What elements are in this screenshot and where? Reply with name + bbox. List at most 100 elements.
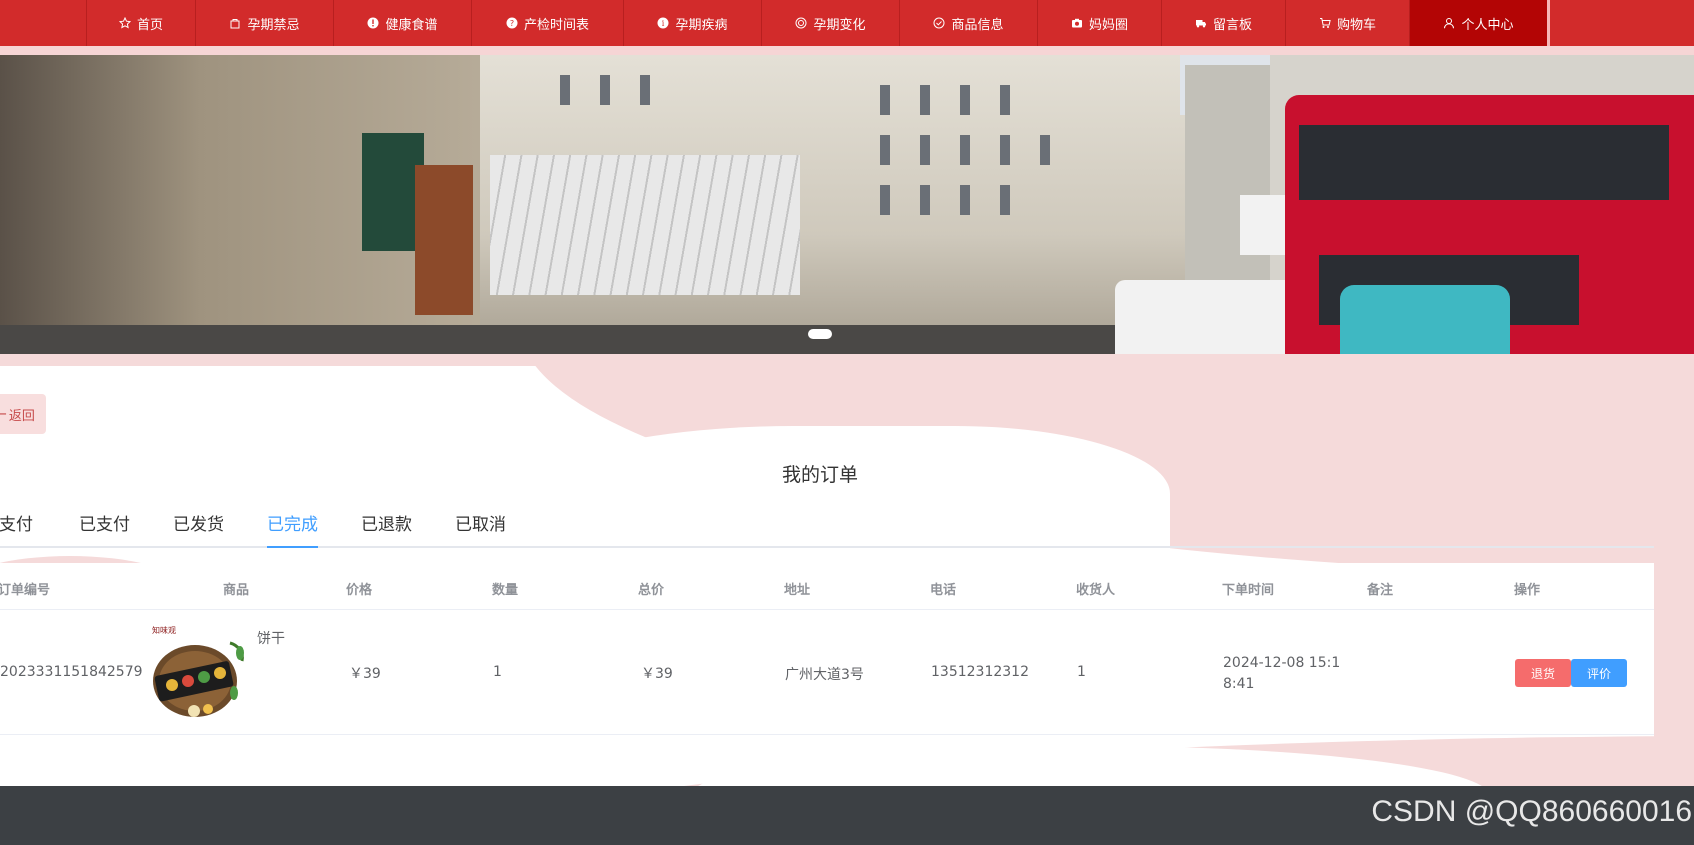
col-header-address: 地址 [784, 583, 811, 598]
cell-address: 广州大道3号 [785, 667, 864, 683]
window [920, 85, 930, 115]
tab-refunded[interactable]: 已退款 [361, 510, 412, 548]
white-van [1115, 280, 1300, 354]
window [880, 135, 890, 165]
nav-item-product-info[interactable]: 商品信息 [900, 0, 1038, 46]
cell-order-no: 2023331151842579 [0, 664, 143, 680]
col-header-receiver: 收货人 [1076, 583, 1116, 598]
nav-item-pregnancy-diseases[interactable]: i 孕期疾病 [624, 0, 762, 46]
col-header-phone: 电话 [930, 583, 957, 598]
window [960, 85, 970, 115]
nav-label: 留言板 [1212, 17, 1252, 33]
scaffolding [490, 155, 800, 295]
svg-text:?: ? [510, 19, 514, 28]
carousel-indicator[interactable] [808, 329, 832, 339]
nav-label: 健康食谱 [385, 17, 438, 33]
star-icon [118, 17, 131, 29]
window [920, 185, 930, 215]
back-button[interactable]: ← 返回 [0, 394, 46, 434]
tab-paid[interactable]: 已支付 [79, 510, 130, 548]
cell-phone: 13512312312 [931, 664, 1029, 680]
cell-order-time: 2024-12-08 15:18:41 [1223, 655, 1341, 692]
nav-label: 首页 [136, 17, 163, 33]
nav-label: 妈妈圈 [1088, 17, 1128, 33]
teal-taxi [1340, 285, 1510, 354]
bus-window [1299, 125, 1669, 200]
nav-divider-strip [0, 46, 1694, 55]
review-button[interactable]: 评价 [1571, 659, 1627, 687]
col-header-total: 总价 [638, 583, 665, 598]
nav-item-personal-center[interactable]: 个人中心 [1410, 0, 1550, 46]
nav-item-healthy-recipes[interactable]: 健康食谱 [334, 0, 472, 46]
col-header-price: 价格 [346, 583, 373, 598]
brown-flag [415, 165, 473, 315]
cart-icon [1319, 17, 1331, 29]
window [960, 185, 970, 215]
truck-icon [1195, 17, 1207, 29]
window [1000, 135, 1010, 165]
table-row: 2023331151842579 知味观 饼干 ￥39 1 ￥39 广州大道3号 [0, 610, 1654, 735]
nav-label: 孕期疾病 [675, 17, 728, 33]
cell-receiver: 1 [1077, 664, 1086, 680]
check-circle-icon [933, 17, 945, 29]
nav-label: 购物车 [1336, 17, 1376, 33]
nav-label: 产检时间表 [523, 17, 589, 33]
nav-item-checkup-schedule[interactable]: ? 产检时间表 [472, 0, 624, 46]
banner-carousel[interactable] [0, 55, 1694, 354]
top-nav: 首页 孕期禁忌 健康食谱 ? 产检时间表 i 孕期疾病 孕期变化 商品信息 妈妈… [0, 0, 1694, 46]
target-icon [795, 17, 807, 29]
cell-product-name: 饼干 [257, 631, 285, 647]
cell-quantity: 1 [493, 664, 502, 680]
window [1000, 85, 1010, 115]
nav-menu: 首页 孕期禁忌 健康食谱 ? 产检时间表 i 孕期疾病 孕期变化 商品信息 妈妈… [86, 0, 1550, 46]
tab-completed[interactable]: 已完成 [267, 510, 318, 548]
camera-icon [1071, 17, 1083, 29]
col-header-actions: 操作 [1514, 583, 1541, 598]
tab-shipped[interactable]: 已发货 [173, 510, 224, 548]
nav-label: 商品信息 [951, 17, 1004, 33]
question-circle-icon: ? [506, 17, 518, 29]
col-header-quantity: 数量 [492, 583, 519, 598]
nav-label: 孕期禁忌 [247, 17, 300, 33]
window [1040, 135, 1050, 165]
nav-item-message-board[interactable]: 留言板 [1162, 0, 1286, 46]
col-header-product: 商品 [223, 583, 250, 598]
nav-item-mom-circle[interactable]: 妈妈圈 [1038, 0, 1162, 46]
table-header: 订单编号 商品 价格 数量 总价 地址 电话 收货人 下单时间 备注 操作 [0, 563, 1654, 610]
bag-icon [229, 17, 241, 29]
warning-circle-icon [367, 17, 379, 29]
window [880, 185, 890, 215]
watermark: CSDN @QQ860660016 [1371, 795, 1692, 828]
svg-text:i: i [662, 19, 665, 28]
info-circle-icon: i [657, 17, 669, 29]
col-header-remark: 备注 [1367, 583, 1394, 598]
col-header-order-no: 订单编号 [0, 583, 51, 598]
back-button-label: 返回 [8, 408, 35, 424]
nav-item-cart[interactable]: 购物车 [1286, 0, 1410, 46]
tab-unpaid[interactable]: 未支付 [0, 510, 33, 548]
tab-cancelled[interactable]: 已取消 [455, 510, 506, 548]
product-image[interactable]: 知味观 [150, 623, 250, 723]
user-icon [1443, 17, 1455, 29]
window [640, 75, 650, 105]
window [1000, 185, 1010, 215]
cell-price: ￥39 [349, 666, 381, 682]
orders-table: 订单编号 商品 价格 数量 总价 地址 电话 收货人 下单时间 备注 操作 20… [0, 563, 1654, 735]
product-image-graphic: 知味观 [152, 625, 244, 717]
window [560, 75, 570, 105]
nav-item-pregnancy-changes[interactable]: 孕期变化 [762, 0, 900, 46]
refund-button[interactable]: 退货 [1515, 659, 1571, 687]
col-header-order-time: 下单时间 [1222, 583, 1275, 598]
arrow-left-icon: ← [0, 406, 7, 422]
cell-total: ￥39 [641, 666, 673, 682]
window [880, 85, 890, 115]
nav-label: 孕期变化 [813, 17, 866, 33]
page-title: 我的订单 [781, 464, 858, 486]
nav-item-pregnancy-taboo[interactable]: 孕期禁忌 [196, 0, 334, 46]
window [920, 135, 930, 165]
nav-item-home[interactable]: 首页 [86, 0, 196, 46]
white-flag [1240, 195, 1288, 255]
nav-label: 个人中心 [1461, 17, 1514, 33]
window [600, 75, 610, 105]
order-status-tabs: 未支付 已支付 已发货 已完成 已退款 已取消 [0, 510, 1654, 548]
